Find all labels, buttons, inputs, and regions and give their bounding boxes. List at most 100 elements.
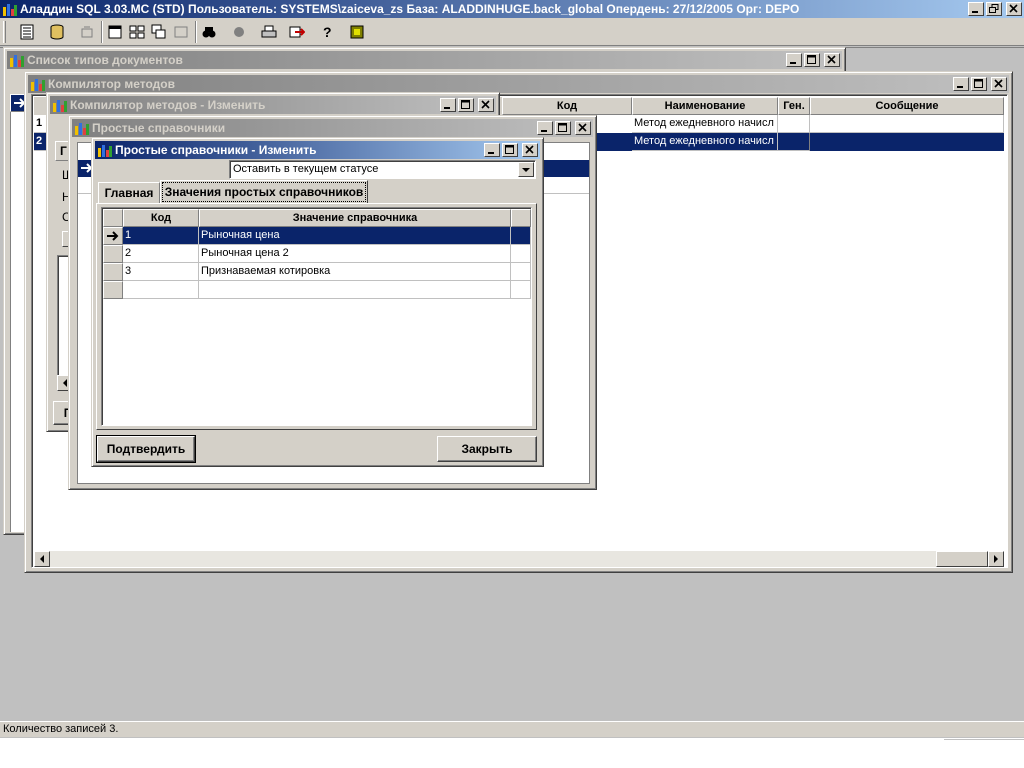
grid-corner: [103, 209, 123, 227]
toolbar-grip[interactable]: [3, 21, 6, 43]
column-header-value[interactable]: Значение справочника: [199, 209, 511, 227]
app-icon: [2, 1, 18, 17]
maximize-button[interactable]: [458, 98, 474, 112]
cell-extra[interactable]: [511, 245, 531, 263]
tab-panel: Код Значение справочника 1 Рыночная цена…: [96, 203, 537, 430]
minimize-button[interactable]: [786, 53, 802, 67]
cell-value[interactable]: Рыночная цена: [199, 227, 511, 245]
status-bar: Количество записей 3.: [0, 721, 1024, 737]
restore-button[interactable]: [986, 2, 1002, 16]
export-icon[interactable]: [286, 21, 308, 43]
print-icon[interactable]: [258, 21, 280, 43]
window-app-icon: [97, 142, 113, 158]
doc-types-title-bar[interactable]: Список типов документов: [7, 51, 842, 69]
status-select-value: Оставить в текущем статусе: [233, 163, 379, 175]
cell-code[interactable]: 3: [123, 263, 199, 281]
window-app-icon: [52, 97, 68, 113]
simple-refs-title: Простые справочники: [92, 121, 226, 135]
doc-list-icon[interactable]: [16, 21, 38, 43]
main-toolbar: ?: [0, 18, 1024, 46]
find-icon[interactable]: [198, 21, 220, 43]
column-header-message[interactable]: Сообщение: [810, 97, 1004, 115]
close-button[interactable]: [991, 77, 1007, 91]
cell-gen[interactable]: [778, 115, 810, 133]
cascade-icon[interactable]: [148, 21, 170, 43]
minimize-button[interactable]: [537, 121, 553, 135]
toolbar-separator: [195, 21, 197, 43]
confirm-button[interactable]: Подтвердить: [96, 435, 196, 463]
simple-refs-edit-title-bar[interactable]: Простые справочники - Изменить: [95, 141, 540, 159]
cell-message[interactable]: [810, 115, 1004, 133]
cell-name[interactable]: Метод ежедневного начисл: [632, 115, 778, 133]
scroll-right-button[interactable]: [988, 551, 1004, 567]
maximize-button[interactable]: [555, 121, 571, 135]
row-indicator: [103, 227, 123, 245]
maximize-button[interactable]: [502, 143, 518, 157]
tab-simple-ref-values[interactable]: Значения простых справочников: [160, 180, 368, 204]
status-select[interactable]: Оставить в текущем статусе: [229, 160, 536, 179]
app-title-bar: Аладдин SQL 3.03.MC (STD) Пользователь: …: [0, 0, 1024, 18]
compiler-edit-title: Компилятор методов - Изменить: [70, 98, 266, 112]
close-dialog-button[interactable]: Закрыть: [437, 436, 537, 462]
simple-refs-title-bar[interactable]: Простые справочники: [72, 119, 593, 137]
close-button[interactable]: [478, 98, 494, 112]
divider: [944, 739, 1024, 740]
bottom-panel: [0, 738, 1024, 768]
compiler-title: Компилятор методов: [48, 77, 175, 91]
maximize-button[interactable]: [971, 77, 987, 91]
cell-extra[interactable]: [511, 263, 531, 281]
scroll-thumb[interactable]: [936, 551, 988, 567]
row-indicator: [103, 281, 123, 299]
cell-code[interactable]: 1: [123, 227, 199, 245]
simple-refs-edit-title: Простые справочники - Изменить: [115, 143, 317, 157]
window-app-icon: [74, 120, 90, 136]
svg-text:?: ?: [323, 24, 332, 40]
minimize-button[interactable]: [484, 143, 500, 157]
disabled-tool-icon[interactable]: [76, 21, 98, 43]
horizontal-scrollbar[interactable]: [34, 551, 1004, 567]
ref-values-grid[interactable]: Код Значение справочника 1 Рыночная цена…: [101, 207, 532, 426]
compiler-edit-title-bar[interactable]: Компилятор методов - Изменить: [50, 96, 496, 114]
cell-value[interactable]: Рыночная цена 2: [199, 245, 511, 263]
row-indicator: [103, 263, 123, 281]
cell-extra[interactable]: [511, 281, 531, 299]
exit-icon[interactable]: [346, 21, 368, 43]
cell-code[interactable]: [123, 281, 199, 299]
database-icon[interactable]: [46, 21, 68, 43]
cell-value[interactable]: [199, 281, 511, 299]
doc-types-title: Список типов документов: [27, 53, 183, 67]
window-app-icon: [30, 76, 46, 92]
cell-code[interactable]: 2: [123, 245, 199, 263]
cell-extra[interactable]: [511, 227, 531, 245]
column-header-code[interactable]: Код: [123, 209, 199, 227]
toolbar-separator: [101, 21, 103, 43]
status-text: Количество записей 3.: [3, 723, 119, 735]
column-header-code[interactable]: Код: [502, 97, 632, 115]
tile-icon[interactable]: [126, 21, 148, 43]
simple-refs-edit-window: Простые справочники - Изменить Оставить …: [91, 137, 544, 467]
scroll-left-button[interactable]: [34, 551, 50, 567]
chevron-down-icon[interactable]: [518, 162, 534, 177]
close-button[interactable]: [824, 53, 840, 67]
close-button[interactable]: [575, 121, 591, 135]
tab-main[interactable]: Главная: [98, 182, 160, 204]
stop-icon[interactable]: [228, 21, 250, 43]
cell-gen[interactable]: [778, 133, 810, 151]
window-icon[interactable]: [104, 21, 126, 43]
app-title: Аладдин SQL 3.03.MC (STD) Пользователь: …: [20, 2, 800, 16]
minimize-button[interactable]: [968, 2, 984, 16]
grid-header-filler: [511, 209, 531, 227]
cell-value[interactable]: Признаваемая котировка: [199, 263, 511, 281]
cell-name[interactable]: Метод ежедневного начисл: [632, 133, 778, 151]
help-icon[interactable]: ?: [316, 21, 338, 43]
maximize-button[interactable]: [804, 53, 820, 67]
close-button[interactable]: [1006, 2, 1022, 16]
column-header-gen[interactable]: Ген.: [778, 97, 810, 115]
compiler-title-bar[interactable]: Компилятор методов: [28, 75, 1009, 93]
window-disabled-icon[interactable]: [170, 21, 192, 43]
close-button[interactable]: [522, 143, 538, 157]
window-app-icon: [9, 52, 25, 68]
column-header-name[interactable]: Наименование: [632, 97, 778, 115]
minimize-button[interactable]: [440, 98, 456, 112]
minimize-button[interactable]: [953, 77, 969, 91]
